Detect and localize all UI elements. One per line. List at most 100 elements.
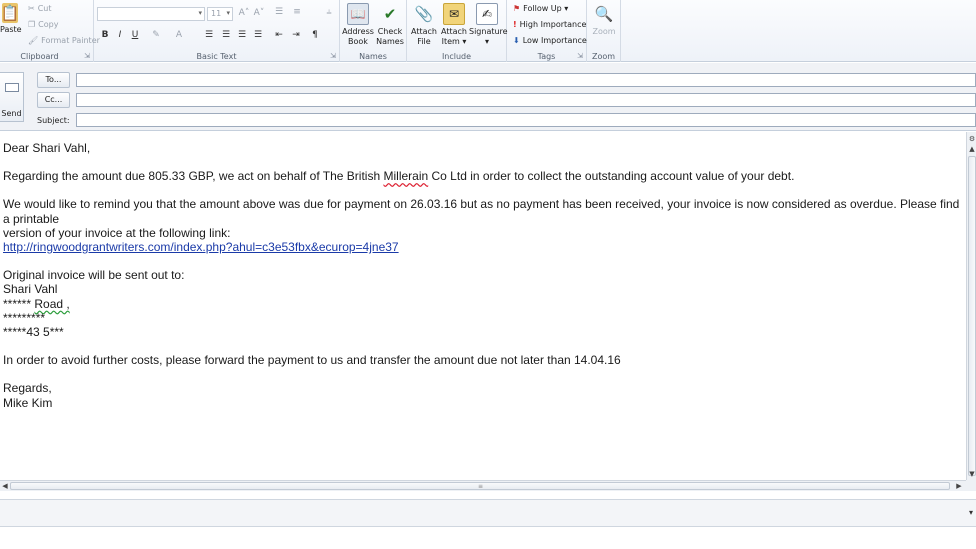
paragraph-icon[interactable]: ¶	[308, 30, 322, 40]
clipboard-label: Clipboard	[20, 52, 59, 61]
invoice-link[interactable]: http://ringwoodgrantwriters.com/index.ph…	[3, 240, 399, 254]
signature-button[interactable]: ✍ Signature ▾	[469, 3, 508, 47]
align-left-icon[interactable]: ☰	[202, 30, 216, 40]
paste-button[interactable]: 📋 Paste	[0, 3, 22, 35]
dialog-launcher-icon[interactable]: ⇲	[577, 52, 583, 60]
envelope-icon: ✉	[443, 3, 465, 25]
high-importance-button[interactable]: ! High Importance	[513, 20, 586, 29]
underline-button[interactable]: U	[128, 30, 142, 40]
sender-name: Mike Kim	[3, 395, 53, 410]
company-name: Millerain	[383, 169, 429, 184]
greeting: Dear Shari Vahl,	[3, 141, 91, 155]
paperclip-icon: 📎	[414, 5, 434, 23]
dialog-launcher-icon[interactable]: ⇲	[330, 52, 336, 60]
include-label: Include	[441, 52, 472, 61]
brush-icon: 🖌	[28, 36, 39, 45]
subject-field[interactable]	[76, 113, 976, 127]
copy-icon: ❐	[28, 20, 36, 29]
grow-font-icon[interactable]: A˄	[237, 8, 251, 18]
address-name: Shari Vahl	[3, 282, 58, 297]
check-names-icon: ✔	[383, 5, 397, 23]
scroll-right-icon[interactable]: ▶	[954, 481, 964, 491]
message-body[interactable]: Dear Shari Vahl, Regarding the amount du…	[0, 132, 966, 480]
tags-group: ⚑ Follow Up ▾ ! High Importance ⬇ Low Im…	[507, 0, 587, 62]
signature-icon: ✍	[476, 3, 498, 25]
increase-indent-icon[interactable]: ⇥	[289, 30, 303, 40]
address-book-button[interactable]: 📖 Address Book	[342, 3, 374, 47]
people-pane: ▾	[0, 499, 976, 527]
names-label: Names	[359, 52, 387, 61]
ribbon: 📋 Paste ✂ Cut ❐ Copy 🖌 Format Painter Cl…	[0, 0, 976, 62]
address-intro: Original invoice will be sent out to:	[3, 268, 185, 283]
grip-icon: ≡	[478, 483, 484, 490]
vertical-scroll-thumb[interactable]	[968, 156, 976, 476]
down-arrow-icon: ⬇	[513, 36, 520, 45]
scroll-corner	[966, 480, 976, 491]
paste-icon: 📋	[0, 3, 20, 23]
check-names-button[interactable]: ✔ Check Names	[374, 3, 406, 47]
chevron-down-icon: ▾	[226, 9, 230, 17]
message-header: Send To... Cc... Subject:	[0, 63, 976, 131]
names-group: 📖 Address Book ✔ Check Names Names	[340, 0, 407, 62]
dialog-launcher-icon[interactable]: ⇲	[84, 52, 90, 60]
paragraph-2-line-1: We would like to remind you that the amo…	[3, 197, 963, 226]
bullets-icon[interactable]: ☰	[272, 7, 286, 17]
scroll-up-icon[interactable]: ▲	[967, 144, 976, 154]
zoom-group: 🔍 Zoom Zoom	[587, 0, 621, 62]
align-right-icon[interactable]: ☰	[235, 30, 249, 40]
include-group: 📎 Attach File ✉ Attach Item ▾ ✍ Signatur…	[407, 0, 508, 62]
zoom-button[interactable]: 🔍 Zoom	[589, 3, 619, 37]
paragraph-3: In order to avoid further costs, please …	[3, 353, 621, 368]
font-name-select[interactable]: ▾	[97, 7, 205, 21]
vertical-scrollbar[interactable]: ⚙ ▲ ▼	[966, 132, 976, 480]
scroll-down-icon[interactable]: ▼	[967, 469, 976, 479]
format-painter-button[interactable]: 🖌 Format Painter	[28, 36, 100, 45]
address-book-icon: 📖	[347, 3, 369, 25]
chevron-down-icon: ▾	[198, 9, 202, 17]
to-field[interactable]	[76, 73, 976, 87]
font-size-select[interactable]: 11 ▾	[207, 7, 233, 21]
send-button[interactable]: Send	[0, 72, 24, 122]
envelope-icon	[5, 83, 19, 92]
scissors-icon: ✂	[28, 4, 35, 13]
paragraph-2-line-2: version of your invoice at the following…	[3, 225, 231, 240]
tags-label: Tags	[537, 52, 556, 61]
copy-button[interactable]: ❐ Copy	[28, 20, 58, 29]
to-button[interactable]: To...	[37, 72, 70, 88]
expand-chevron-icon[interactable]: ▾	[969, 508, 973, 517]
shrink-font-icon[interactable]: A˅	[252, 8, 266, 18]
clear-formatting-icon[interactable]: ⫨	[322, 7, 336, 17]
exclamation-icon: !	[513, 20, 517, 29]
basic-text-label: Basic Text	[196, 52, 237, 61]
flag-icon: ⚑	[513, 4, 521, 13]
italic-button[interactable]: I	[113, 30, 127, 40]
font-color-icon[interactable]: A	[172, 30, 186, 40]
basic-text-group: ▾ 11 ▾ A˄ A˅ ☰ ≡ ⫨ B I U ✎ A ☰ ☰ ☰ ☰ ⇤ ⇥…	[94, 0, 340, 62]
clipboard-group: 📋 Paste ✂ Cut ❐ Copy 🖌 Format Painter Cl…	[0, 0, 100, 62]
follow-up-button[interactable]: ⚑ Follow Up ▾	[513, 4, 568, 13]
address-line-2: *********	[3, 310, 46, 325]
paragraph-1: Regarding the amount due 805.33 GBP, we …	[3, 169, 795, 184]
zoom-label: Zoom	[591, 52, 616, 61]
signoff: Regards,	[3, 381, 52, 396]
low-importance-button[interactable]: ⬇ Low Importance	[513, 36, 587, 45]
attach-file-button[interactable]: 📎 Attach File	[409, 3, 439, 47]
attach-item-button[interactable]: ✉ Attach Item ▾	[439, 3, 469, 47]
magnifier-icon: 🔍	[594, 5, 614, 23]
bold-button[interactable]: B	[98, 30, 112, 40]
highlight-icon[interactable]: ✎	[149, 30, 163, 40]
decrease-indent-icon[interactable]: ⇤	[272, 30, 286, 40]
horizontal-scrollbar[interactable]: ◀ ≡ ▶	[0, 480, 966, 491]
cc-button[interactable]: Cc...	[37, 92, 70, 108]
scroll-left-icon[interactable]: ◀	[0, 481, 10, 491]
address-line-1: ****** Road ,	[3, 296, 70, 311]
subject-label: Subject:	[37, 116, 70, 125]
align-center-icon[interactable]: ☰	[219, 30, 233, 40]
cut-button[interactable]: ✂ Cut	[28, 4, 52, 13]
ruler-toggle-icon[interactable]: ⚙	[967, 134, 976, 144]
address-line-3: *****43 5***	[3, 325, 64, 340]
window-bottom	[0, 528, 976, 549]
cc-field[interactable]	[76, 93, 976, 107]
justify-icon[interactable]: ☰	[251, 30, 265, 40]
numbering-icon[interactable]: ≡	[290, 7, 304, 17]
